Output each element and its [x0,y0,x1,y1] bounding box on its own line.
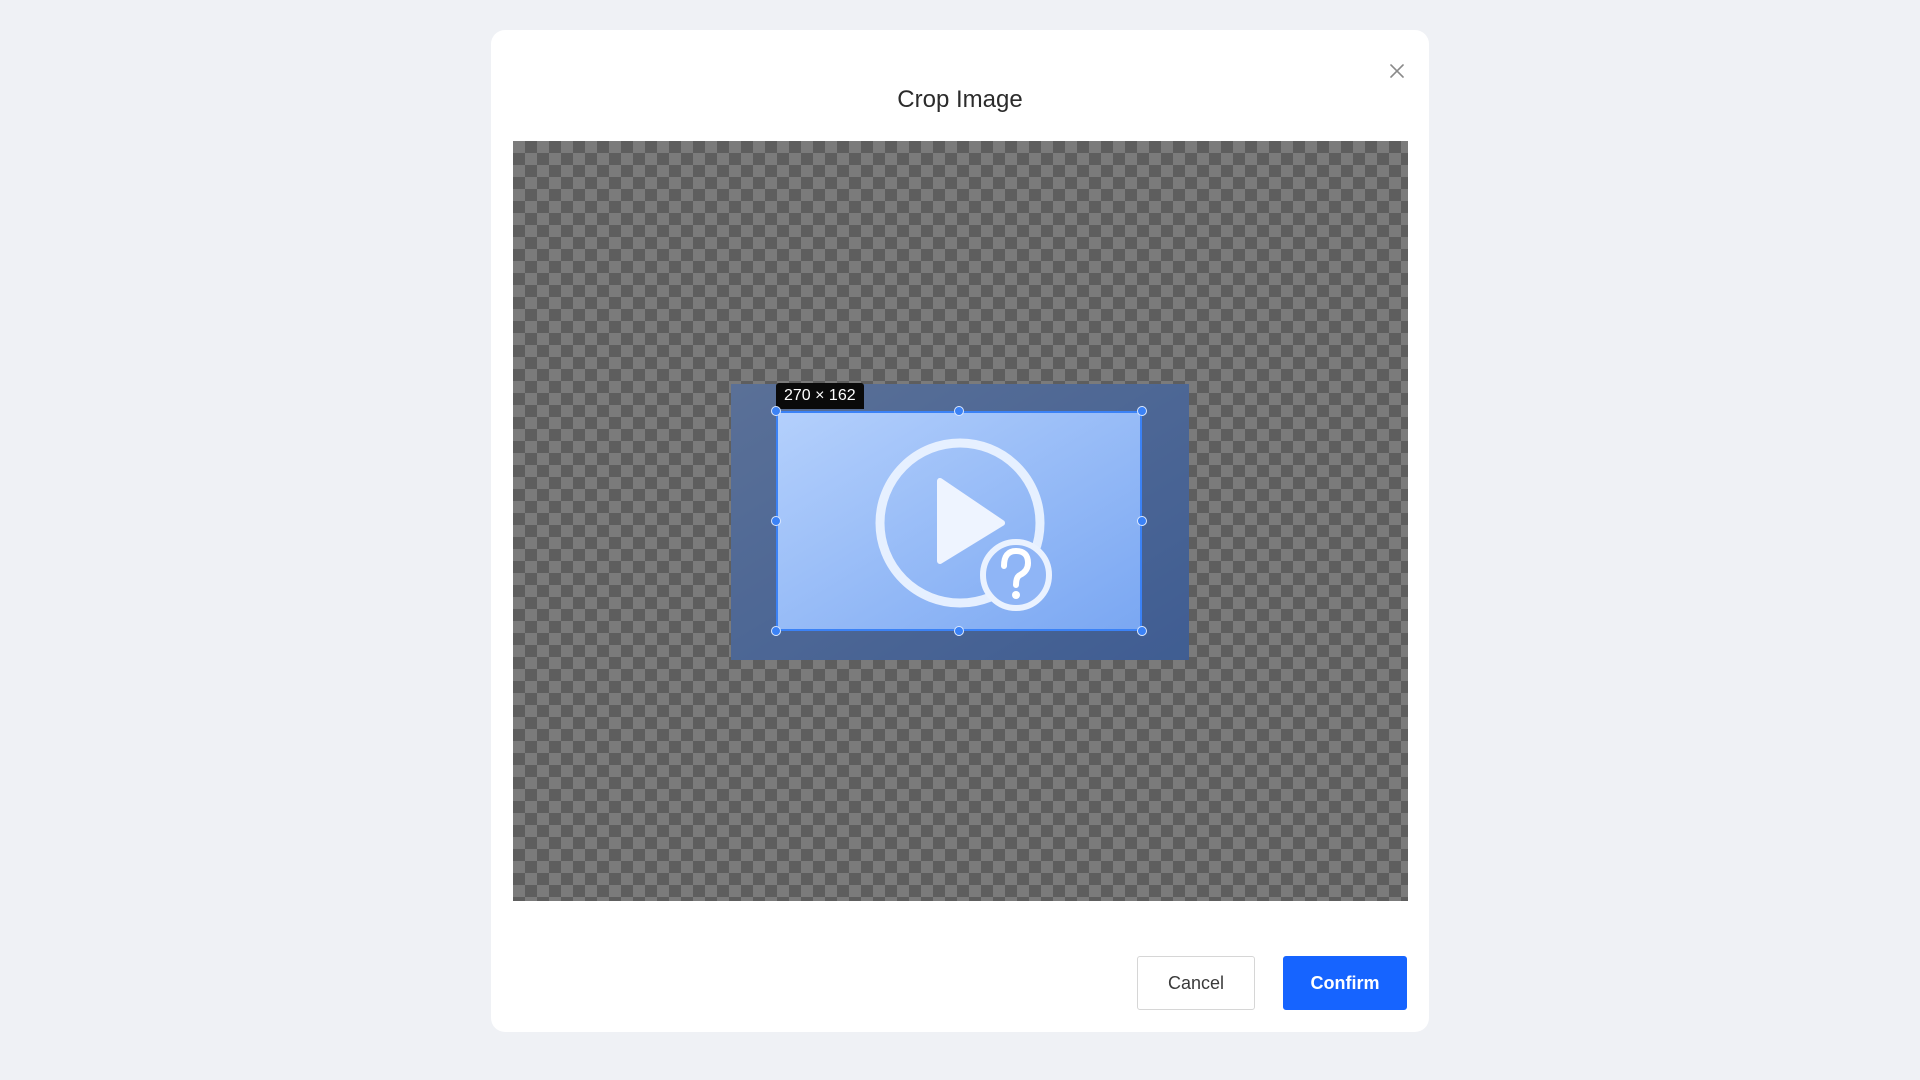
cancel-button[interactable]: Cancel [1137,956,1255,1010]
close-icon [1390,64,1404,78]
handle-top-right[interactable] [1137,406,1147,416]
crop-canvas[interactable]: 270 × 162 [513,141,1408,901]
crop-selection[interactable] [776,411,1142,631]
handle-right[interactable] [1137,516,1147,526]
handle-top[interactable] [954,406,964,416]
dialog-title: Crop Image [897,86,1023,113]
crop-size-label: 270 × 162 [776,383,864,409]
handle-top-left[interactable] [771,406,781,416]
handle-bottom-left[interactable] [771,626,781,636]
handle-left[interactable] [771,516,781,526]
handle-bottom[interactable] [954,626,964,636]
handle-bottom-right[interactable] [1137,626,1147,636]
close-button[interactable] [1382,56,1412,86]
confirm-button[interactable]: Confirm [1283,956,1407,1010]
crop-image-dialog: Crop Image 270 × 162 Cancel Confirm [491,30,1429,1032]
play-question-icon [778,413,1140,629]
